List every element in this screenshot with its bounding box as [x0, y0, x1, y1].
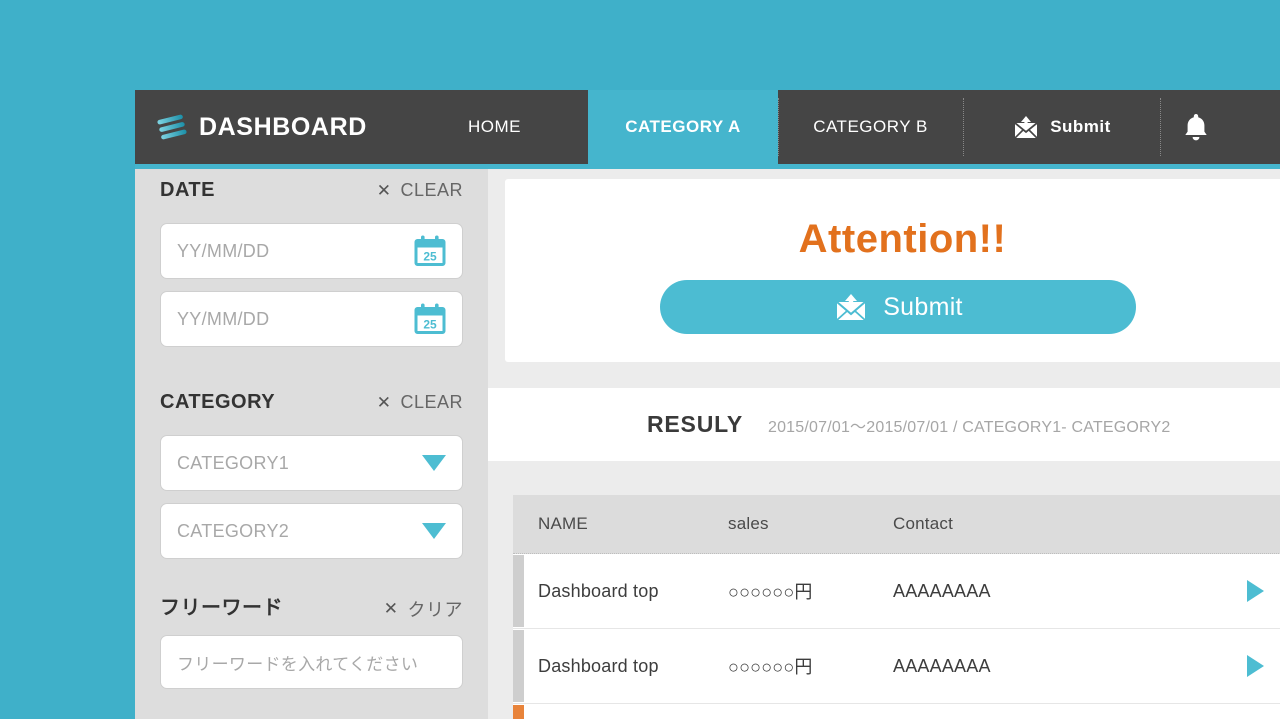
table-row[interactable]: Dashboard top ○○○○○○円 AAAAAAAA [513, 554, 1280, 629]
app-window: DASHBOARD HOME CATEGORY A CATEGORY B Sub… [135, 90, 1280, 719]
cell-name: Dashboard top [538, 580, 659, 601]
close-x-icon: ✕ [383, 599, 399, 618]
freeword-filter-header: フリーワード ✕ クリア [160, 581, 463, 635]
date-filter-header: DATE ✕ CLEAR [160, 169, 463, 223]
category1-select[interactable]: CATEGORY1 [160, 435, 463, 491]
table-header-row: NAME sales Contact [513, 495, 1280, 554]
row-marker [513, 705, 524, 719]
submit-button[interactable]: Submit [660, 280, 1136, 334]
date-from-field[interactable]: YY/MM/DD 25 [160, 223, 463, 279]
nav-item-submit-label: Submit [1050, 117, 1111, 136]
chevron-down-icon [422, 455, 446, 471]
attention-panel: Attention!! Submit [505, 179, 1280, 362]
row-marker [513, 555, 524, 627]
close-x-icon: ✕ [376, 393, 392, 412]
attention-title: Attention!! [798, 217, 1007, 261]
row-marker [513, 630, 524, 702]
calendar-icon: 25 [414, 235, 446, 267]
column-header-name: NAME [538, 514, 588, 533]
sidebar-filters: DATE ✕ CLEAR YY/MM/DD 25 YY/MM/DD 25 CAT… [135, 169, 488, 719]
nav-item-home[interactable]: HOME [401, 90, 588, 164]
notification-bell-icon [1182, 112, 1210, 142]
category-filter-clear-label: CLEAR [400, 392, 463, 412]
nav-item-home-label: HOME [468, 117, 521, 136]
nav-item-category-a[interactable]: CATEGORY A [588, 90, 778, 164]
submit-button-label: Submit [883, 292, 963, 321]
freeword-filter-clear-label: クリア [407, 599, 463, 620]
svg-text:25: 25 [423, 250, 437, 264]
category-filter-header: CATEGORY ✕ CLEAR [160, 381, 463, 435]
main-content: Attention!! Submit RESULY 2015/07/01～201… [488, 169, 1280, 719]
category-filter-title: CATEGORY [160, 391, 276, 413]
top-navbar: DASHBOARD HOME CATEGORY A CATEGORY B Sub… [135, 90, 1280, 164]
date-to-calendar-button[interactable]: 25 [414, 303, 446, 335]
brand[interactable]: DASHBOARD [135, 90, 401, 164]
result-meta: 2015/07/01～2015/07/01 / CATEGORY1- CATEG… [767, 418, 1171, 436]
result-bar: RESULY 2015/07/01～2015/07/01 / CATEGORY1… [488, 388, 1280, 461]
date-to-field[interactable]: YY/MM/DD 25 [160, 291, 463, 347]
freeword-filter-title: フリーワード [160, 597, 283, 619]
cell-sales: ○○○○○○円 [728, 657, 813, 677]
results-table: NAME sales Contact Dashboard top ○○○○○○円… [513, 495, 1280, 719]
play-arrow-icon[interactable] [1247, 655, 1264, 677]
date-filter-title: DATE [160, 179, 215, 201]
chevron-down-icon [422, 523, 446, 539]
cell-action [1193, 655, 1280, 677]
column-header-sales: sales [728, 514, 769, 533]
nav-items: HOME CATEGORY A CATEGORY B Submit [401, 90, 1280, 164]
category2-select[interactable]: CATEGORY2 [160, 503, 463, 559]
nav-item-category-b-label: CATEGORY B [813, 117, 928, 136]
category2-caret[interactable] [422, 523, 446, 539]
nav-item-category-b[interactable]: CATEGORY B [778, 90, 963, 164]
play-arrow-icon[interactable] [1247, 580, 1264, 602]
freeword-filter-clear-button[interactable]: ✕ クリア [384, 596, 463, 622]
date-from-calendar-button[interactable]: 25 [414, 235, 446, 267]
category-filter-clear-button[interactable]: ✕ CLEAR [377, 392, 463, 413]
cell-sales: ○○○○○○円 [728, 582, 813, 602]
table-row[interactable]: Dashboard top ○○○○○○円 AAAAAAAA [513, 629, 1280, 704]
cell-name: Dashboard top [538, 655, 659, 676]
stacked-bars-logo-icon [157, 112, 187, 142]
nav-item-submit[interactable]: Submit [963, 90, 1160, 164]
brand-title: DASHBOARD [199, 112, 367, 141]
nav-item-category-a-label: CATEGORY A [625, 117, 741, 136]
envelope-upload-icon [833, 293, 869, 322]
envelope-upload-icon [1012, 116, 1040, 139]
result-title: RESULY [647, 411, 743, 437]
cell-contact: AAAAAAAA [893, 580, 991, 601]
table-row[interactable]: Dashboard top ○○○○○○円 AAAAAAAA [513, 704, 1280, 719]
date-to-placeholder: YY/MM/DD [177, 308, 270, 329]
freeword-placeholder: フリーワードを入れてください [177, 654, 419, 674]
calendar-icon: 25 [414, 303, 446, 335]
nav-item-notifications[interactable] [1160, 90, 1280, 164]
cell-action [1193, 580, 1280, 602]
category1-caret[interactable] [422, 455, 446, 471]
date-filter-clear-button[interactable]: ✕ CLEAR [377, 180, 463, 201]
freeword-input[interactable]: フリーワードを入れてください [160, 635, 463, 689]
close-x-icon: ✕ [376, 181, 392, 200]
cell-contact: AAAAAAAA [893, 655, 991, 676]
category2-value: CATEGORY2 [177, 520, 290, 541]
category1-value: CATEGORY1 [177, 452, 290, 473]
date-from-placeholder: YY/MM/DD [177, 240, 270, 261]
date-filter-clear-label: CLEAR [400, 180, 463, 200]
svg-text:25: 25 [423, 318, 437, 332]
column-header-contact: Contact [893, 514, 953, 533]
